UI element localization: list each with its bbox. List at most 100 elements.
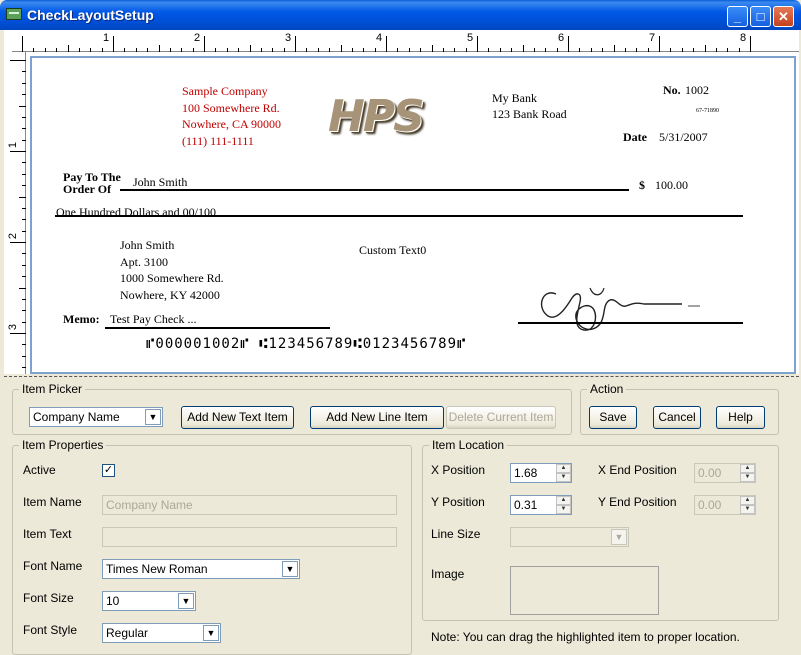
memo-line[interactable] (105, 327, 330, 329)
ruler-tick (590, 48, 592, 52)
close-button[interactable]: ✕ (773, 6, 794, 27)
x-end-position-stepper[interactable]: 0.00 ▲ ▼ (694, 463, 756, 483)
help-button[interactable]: Help (716, 406, 765, 429)
font-style-value: Regular (106, 626, 149, 640)
font-size-select[interactable]: 10 ▼ (102, 591, 196, 611)
check-date[interactable]: 5/31/2007 (659, 130, 708, 145)
x-position-stepper[interactable]: 1.68 ▲ ▼ (510, 463, 572, 483)
window-title: CheckLayoutSetup (27, 7, 154, 23)
chevron-down-icon[interactable]: ▼ (178, 593, 194, 609)
maximize-button[interactable]: □ (750, 6, 771, 27)
spin-up-icon[interactable]: ▲ (740, 464, 755, 473)
title-bar[interactable]: CheckLayoutSetup _ □ ✕ (0, 0, 801, 30)
check-number[interactable]: 1002 (685, 83, 709, 98)
ruler-tick (750, 36, 751, 52)
amount-words-line[interactable] (55, 215, 743, 217)
payee-address-name[interactable]: John Smith (120, 238, 174, 253)
ruler-number: 2 (194, 32, 201, 44)
ruler-tick (22, 128, 26, 130)
cancel-button[interactable]: Cancel (653, 406, 701, 429)
signature-line[interactable] (518, 322, 743, 324)
amount-in-words[interactable]: One Hundred Dollars and 00/100 (56, 205, 216, 220)
ruler-tick (22, 276, 26, 278)
spin-up-icon[interactable]: ▲ (556, 464, 571, 473)
ruler-number: 1 (7, 141, 20, 149)
ruler-tick (10, 151, 26, 152)
line-size-select[interactable]: ▼ (510, 527, 629, 547)
payee-address-line-3[interactable]: Nowhere, KY 42000 (120, 288, 220, 303)
signature-image[interactable] (532, 268, 712, 338)
ruler-tick (681, 48, 683, 52)
ruler-tick (272, 48, 274, 52)
chevron-down-icon[interactable]: ▼ (203, 625, 219, 641)
bank-name[interactable]: My Bank (492, 91, 537, 106)
x-end-position-value: 0.00 (698, 466, 722, 480)
check-design-area[interactable]: 1 2 3 4 5 6 7 8 1 2 3 Sample Company 100 Somewher… (4, 30, 799, 374)
font-style-select[interactable]: Regular ▼ (102, 623, 221, 643)
payee-name[interactable]: John Smith (133, 175, 187, 190)
bank-fraction[interactable]: 67-71890 (696, 108, 719, 114)
ruler-tick (10, 60, 26, 61)
item-text-field[interactable] (102, 527, 397, 547)
payee-line[interactable] (120, 189, 629, 191)
y-position-stepper[interactable]: 0.31 ▲ ▼ (510, 495, 572, 515)
ruler-tick (22, 94, 26, 96)
ruler-tick (22, 298, 26, 300)
add-text-item-button[interactable]: Add New Text Item (181, 406, 294, 429)
spin-down-icon[interactable]: ▼ (556, 473, 571, 482)
item-name-label: Item Name (23, 495, 82, 509)
ruler-tick (477, 36, 478, 52)
ruler-number: 6 (558, 32, 565, 44)
company-address-1[interactable]: 100 Somewhere Rd. (182, 101, 280, 116)
check-preview[interactable]: Sample Company 100 Somewhere Rd. Nowhere… (30, 56, 796, 374)
payee-address-line-2[interactable]: 1000 Somewhere Rd. (120, 271, 224, 286)
custom-text[interactable]: Custom Text0 (359, 243, 426, 258)
minimize-button[interactable]: _ (727, 6, 748, 27)
ruler-tick (204, 36, 205, 52)
ruler-tick (568, 36, 569, 52)
currency-symbol: $ (639, 178, 645, 192)
spin-up-icon[interactable]: ▲ (740, 496, 755, 505)
ruler-tick (533, 48, 535, 52)
amount[interactable]: 100.00 (655, 178, 688, 193)
chevron-down-icon[interactable]: ▼ (282, 561, 298, 577)
add-line-item-button[interactable]: Add New Line Item (310, 406, 444, 429)
ruler-tick (420, 48, 422, 52)
item-name-field[interactable]: Company Name (102, 495, 397, 515)
company-name[interactable]: Sample Company (182, 84, 268, 99)
memo-text[interactable]: Test Pay Check ... (110, 312, 196, 327)
delete-item-button[interactable]: Delete Current Item (446, 406, 556, 429)
item-picker-select[interactable]: Company Name ▼ (29, 407, 163, 427)
micr-line[interactable]: ⑈000001002⑈ ⑆123456789⑆0123456789⑈ (146, 336, 466, 352)
bank-address[interactable]: 123 Bank Road (492, 107, 567, 122)
spin-down-icon[interactable]: ▼ (740, 473, 755, 482)
company-phone[interactable]: (111) 111-1111 (182, 134, 254, 149)
spin-down-icon[interactable]: ▼ (740, 505, 755, 514)
ruler-tick (33, 48, 35, 52)
y-end-position-stepper[interactable]: 0.00 ▲ ▼ (694, 495, 756, 515)
save-button[interactable]: Save (589, 406, 637, 429)
ruler-tick (44, 48, 46, 52)
date-label: Date (623, 130, 647, 144)
chevron-down-icon[interactable]: ▼ (145, 409, 161, 425)
horizontal-ruler: 1 2 3 4 5 6 7 8 (12, 30, 799, 52)
active-checkbox[interactable]: ✓ (102, 464, 115, 477)
ruler-tick (22, 207, 26, 209)
spin-up-icon[interactable]: ▲ (556, 496, 571, 505)
chevron-down-icon[interactable]: ▼ (611, 529, 627, 545)
spin-down-icon[interactable]: ▼ (556, 505, 571, 514)
ruler-tick (192, 48, 194, 52)
company-logo[interactable]: HPS (328, 91, 425, 142)
company-address-2[interactable]: Nowhere, CA 90000 (182, 117, 281, 132)
splitter[interactable] (4, 376, 799, 377)
ruler-tick (624, 48, 626, 52)
image-preview-box[interactable] (510, 566, 659, 615)
payee-address-line-1[interactable]: Apt. 3100 (120, 255, 168, 270)
font-name-select[interactable]: Times New Roman ▼ (102, 559, 300, 579)
ruler-tick (181, 48, 183, 52)
action-group: Action Save Cancel Help (580, 382, 779, 435)
ruler-tick (22, 264, 26, 266)
x-position-label: X Position (431, 463, 486, 477)
ruler-tick (386, 36, 387, 52)
line-size-label: Line Size (431, 527, 481, 541)
